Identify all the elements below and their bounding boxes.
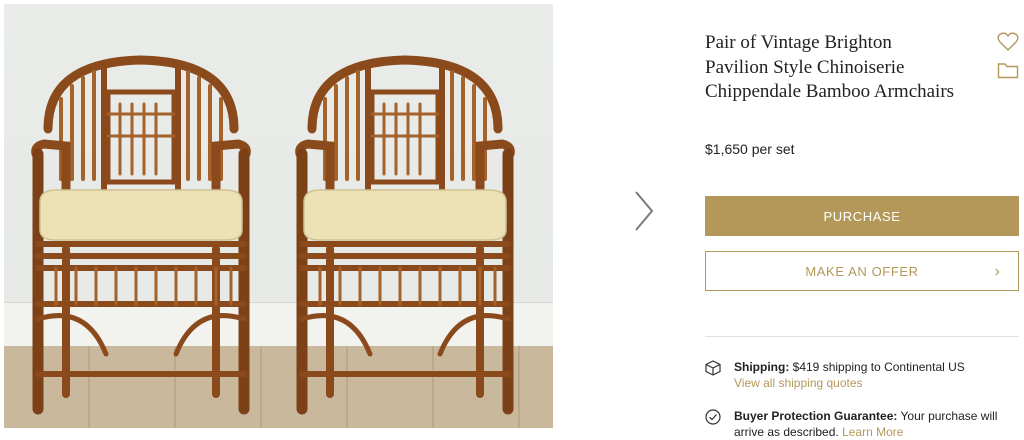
folder-icon[interactable] bbox=[997, 61, 1019, 79]
purchase-label: PURCHASE bbox=[823, 208, 901, 224]
make-offer-label: MAKE AN OFFER bbox=[805, 263, 919, 279]
box-icon bbox=[705, 360, 721, 376]
heart-outline-icon[interactable] bbox=[997, 32, 1019, 52]
divider bbox=[705, 336, 1019, 337]
armchair-right bbox=[295, 55, 515, 415]
product-image[interactable] bbox=[4, 4, 553, 428]
shipping-text: $419 shipping to Continental US bbox=[789, 360, 965, 374]
shipping-quotes-link[interactable]: View all shipping quotes bbox=[734, 376, 863, 390]
chevron-right-icon[interactable] bbox=[628, 188, 658, 234]
shipping-label: Shipping: bbox=[734, 360, 790, 374]
learn-more-link[interactable]: Learn More bbox=[842, 425, 903, 439]
make-offer-button[interactable]: MAKE AN OFFER › bbox=[705, 251, 1019, 291]
product-price: $1,650 per set bbox=[705, 141, 795, 157]
chevron-right-icon: › bbox=[994, 263, 1000, 280]
checkmark-circle-icon bbox=[705, 409, 721, 425]
armchair-left bbox=[31, 55, 251, 415]
purchase-button[interactable]: PURCHASE bbox=[705, 196, 1019, 236]
product-title: Pair of Vintage Brighton Pavilion Style … bbox=[705, 32, 955, 102]
protection-label: Buyer Protection Guarantee: bbox=[734, 409, 898, 423]
product-details-panel: Pair of Vintage Brighton Pavilion Style … bbox=[705, 0, 1020, 439]
